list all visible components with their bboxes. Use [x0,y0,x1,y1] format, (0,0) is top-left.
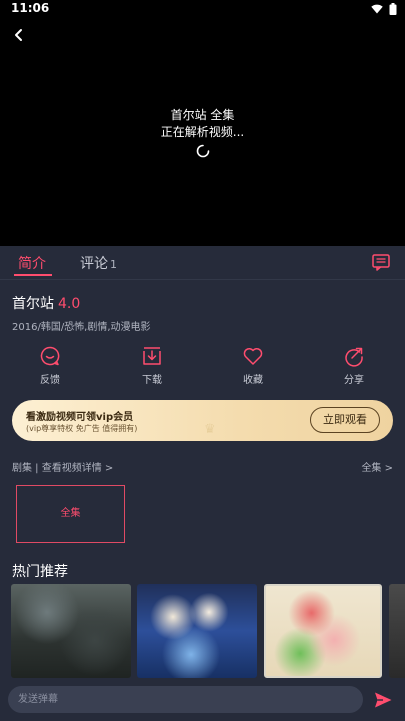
episodes-detail-link[interactable]: 剧集 | 查看视频详情 > [12,459,113,474]
share-label: 分享 [344,375,364,386]
poster-thumbnail[interactable] [137,584,257,678]
tab-comments[interactable]: 评论 1 [80,253,117,273]
detail-tabs: 简介 评论 1 [0,246,405,280]
back-arrow-icon[interactable] [10,26,28,44]
system-icons [371,3,397,15]
feedback-icon [40,346,60,366]
all-episodes-link[interactable]: 全集 > [361,459,393,474]
download-icon [143,347,161,365]
send-icon[interactable] [373,690,393,710]
video-title-row: 首尔站 4.0 [12,293,80,313]
feedback-button[interactable]: 反馈 [20,345,80,386]
favorite-button[interactable]: 收藏 [223,345,283,386]
episode-item[interactable]: 全集 [16,485,125,543]
player-title: 首尔站 全集 [170,108,235,122]
vip-headline: 看激励视频可领vip会员 [26,412,134,423]
download-button[interactable]: 下载 [122,345,182,386]
episodes-header: 剧集 | 查看视频详情 > 全集 > [12,459,393,474]
player-status: 正在解析视频... [160,125,245,139]
loading-spinner-icon [196,144,209,158]
battery-icon [389,3,397,15]
action-bar: 反馈 下载 收藏 分享 [0,345,405,389]
poster-thumbnail[interactable] [11,584,131,678]
share-icon [345,347,363,367]
danmaku-list-icon[interactable] [371,252,391,272]
poster-thumbnail[interactable] [389,584,405,678]
favorite-label: 收藏 [243,375,263,386]
wifi-icon [371,4,383,14]
vip-subline: (vip尊享特权 免广告 值得拥有) [26,424,138,433]
watch-now-button[interactable]: 立即观看 [310,407,380,433]
share-button[interactable]: 分享 [324,345,384,386]
danmaku-input[interactable] [8,686,363,713]
download-label: 下载 [142,375,162,386]
hot-section-title: 热门推荐 [12,564,68,580]
tab-comments-label: 评论 [80,256,108,272]
vip-crown-icon: ♛ [204,422,216,437]
heart-icon [243,348,263,365]
status-bar: 11:06 [0,0,405,18]
tab-intro[interactable]: 简介 [18,253,46,273]
video-title: 首尔站 [12,296,54,312]
danmaku-bar [0,680,405,721]
active-tab-indicator [14,274,52,276]
video-meta: 2016/韩国/恐怖,剧情,动漫电影 [12,322,151,333]
video-score: 4.0 [58,296,81,312]
feedback-label: 反馈 [40,375,60,386]
vip-banner[interactable]: 看激励视频可领vip会员 (vip尊享特权 免广告 值得拥有) ♛ 立即观看 [12,400,393,441]
poster-thumbnail[interactable] [264,584,382,678]
loading-overlay: 首尔站 全集 正在解析视频... [0,107,405,158]
video-player[interactable]: 11:06 首尔站 全集 正在解析视频... [0,0,405,246]
status-time: 11:06 [11,1,50,15]
hot-poster-list[interactable] [0,584,405,678]
comment-count: 1 [110,258,117,271]
